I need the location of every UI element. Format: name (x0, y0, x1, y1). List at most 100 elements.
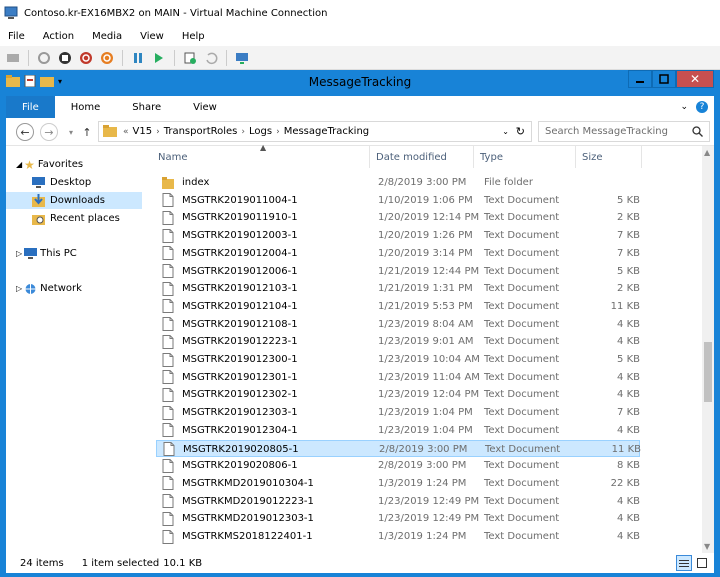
file-row[interactable]: MSGTRK2019020805-1 2/8/2019 3:00 PM Text D… (156, 439, 641, 457)
minimize-button[interactable] (628, 70, 652, 88)
column-header-type[interactable]: Type (474, 146, 576, 168)
close-button[interactable]: ✕ (676, 70, 714, 88)
file-row[interactable]: MSGTRK2019012004-1 1/20/2019 3:14 PM Text … (156, 245, 640, 262)
file-name-cell: MSGTRKMS2018122401-1 (162, 528, 313, 545)
file-name: MSGTRK2019012303-1 (182, 407, 298, 419)
address-history-icon[interactable]: ⌄ (502, 127, 509, 136)
file-row[interactable]: MSGTRK2019012108-1 1/23/2019 8:04 AM Text … (156, 316, 640, 333)
file-date-modified: 1/3/2019 1:24 PM (378, 531, 467, 542)
save-state-icon[interactable] (98, 49, 116, 67)
nav-desktop[interactable]: Desktop (6, 174, 142, 191)
text-document-icon (162, 264, 174, 278)
nav-network[interactable]: ▷ Network (6, 280, 82, 297)
up-arrow-icon[interactable]: ↑ (78, 123, 96, 141)
details-view-icon[interactable] (676, 555, 692, 571)
file-row[interactable]: MSGTRK2019012300-1 1/23/2019 10:04 AM Text… (156, 351, 640, 368)
vm-menu-help[interactable]: Help (182, 31, 205, 42)
start-icon[interactable] (35, 49, 53, 67)
overflow-crumb-icon[interactable]: « (123, 127, 129, 137)
nav-this-pc[interactable]: ▷ This PC (6, 245, 77, 262)
pause-icon[interactable] (129, 49, 147, 67)
column-header-date-modified[interactable]: Date modified (370, 146, 474, 168)
vm-menu-view[interactable]: View (140, 31, 164, 42)
vertical-scrollbar[interactable]: ▲ ▼ (702, 146, 714, 553)
nav-network-label: Network (40, 283, 82, 294)
file-row[interactable]: MSGTRKMD2019012303-1 1/23/2019 12:49 PM Te… (156, 510, 640, 527)
tab-home[interactable]: Home (55, 96, 117, 118)
nav-favorites[interactable]: ◢ ★ Favorites (6, 156, 83, 173)
file-date-modified: 1/21/2019 1:31 PM (378, 283, 473, 295)
file-row[interactable]: MSGTRK2019012003-1 1/20/2019 1:26 PM Text … (156, 227, 640, 244)
vm-menu-action[interactable]: Action (43, 31, 74, 42)
collapsed-chevron-icon[interactable]: ▷ (16, 249, 22, 258)
file-row[interactable]: MSGTRK2019012104-1 1/21/2019 5:53 PM Text … (156, 298, 640, 315)
recent-places-icon (32, 214, 45, 225)
file-name: MSGTRK2019012006-1 (182, 265, 298, 277)
file-row[interactable]: MSGTRK2019012302-1 1/23/2019 12:04 PM Text… (156, 386, 640, 403)
tab-view[interactable]: View (177, 96, 233, 118)
enhanced-session-icon[interactable] (233, 49, 251, 67)
revert-icon[interactable] (202, 49, 220, 67)
reset-icon[interactable] (150, 49, 168, 67)
folder-row[interactable]: index 2/8/2019 3:00 PM File folder (156, 174, 640, 191)
vm-menu-media[interactable]: Media (92, 31, 122, 42)
expand-ribbon-icon[interactable]: ⌄ (680, 102, 688, 112)
file-row[interactable]: MSGTRK2019012301-1 1/23/2019 11:04 AM Text… (156, 369, 640, 386)
search-input[interactable]: Search MessageTracking (538, 121, 710, 142)
network-icon (25, 283, 36, 294)
help-icon[interactable]: ? (696, 101, 708, 113)
forward-arrow-icon[interactable]: → (40, 123, 58, 141)
expanded-chevron-icon[interactable]: ◢ (16, 160, 22, 169)
scroll-up-icon[interactable]: ▲ (704, 148, 710, 157)
file-name: index (182, 177, 210, 188)
nav-downloads[interactable]: Downloads (6, 192, 142, 209)
chevron-right-icon[interactable]: › (156, 127, 160, 137)
file-row[interactable]: MSGTRKMD2019010304-1 1/3/2019 1:24 PM Text… (156, 475, 640, 492)
tab-file[interactable]: File (6, 96, 55, 118)
tab-share[interactable]: Share (116, 96, 177, 118)
text-document-icon (162, 529, 174, 544)
large-icons-view-icon[interactable] (694, 555, 710, 571)
collapsed-chevron-icon[interactable]: ▷ (16, 284, 22, 293)
file-date-modified: 1/23/2019 12:04 PM (378, 389, 480, 401)
refresh-icon[interactable]: ↻ (516, 125, 525, 138)
chevron-right-icon[interactable]: › (276, 127, 280, 137)
file-name-cell: MSGTRK2019012003-1 (162, 227, 298, 244)
breadcrumb-messagetracking[interactable]: MessageTracking (284, 126, 369, 137)
file-row[interactable]: MSGTRK2019011004-1 1/10/2019 1:06 PM Text … (156, 192, 640, 209)
turn-off-icon[interactable] (56, 49, 74, 67)
file-name: MSGTRK2019012223-1 (182, 336, 298, 348)
file-row[interactable]: MSGTRK2019012006-1 1/21/2019 12:44 PM Text… (156, 263, 640, 280)
column-header-size[interactable]: Size (576, 146, 642, 168)
file-name-cell: MSGTRK2019012108-1 (162, 316, 298, 333)
vm-window-title: Contoso.kr-EX16MBX2 on MAIN - Virtual Ma… (24, 7, 328, 19)
ctrl-alt-del-icon[interactable] (4, 49, 22, 67)
file-row[interactable]: MSGTRKMS2018122401-1 1/3/2019 1:24 PM Text… (156, 528, 640, 545)
text-document-icon (162, 281, 174, 296)
file-row[interactable]: MSGTRK2019012223-1 1/23/2019 9:01 AM Text … (156, 333, 640, 350)
breadcrumb-transportroles[interactable]: TransportRoles (164, 126, 238, 137)
address-box[interactable]: « V15 › TransportRoles › Logs › MessageT… (98, 121, 532, 142)
shut-down-icon[interactable] (77, 49, 95, 67)
file-name: MSGTRK2019011004-1 (182, 194, 298, 206)
checkpoint-icon[interactable] (181, 49, 199, 67)
nav-recent-places[interactable]: Recent places (6, 210, 142, 227)
maximize-button[interactable] (652, 70, 676, 88)
chevron-right-icon[interactable]: › (241, 127, 245, 137)
scrollbar-thumb[interactable] (704, 342, 712, 402)
column-header-name[interactable]: Name (152, 146, 370, 168)
file-row[interactable]: MSGTRK2019012304-1 1/23/2019 1:04 PM Text … (156, 422, 640, 439)
file-row[interactable]: MSGTRK2019012303-1 1/23/2019 1:04 PM Text … (156, 404, 640, 421)
breadcrumb-v15[interactable]: V15 (133, 126, 153, 137)
file-list: ▲ Name Date modified Type Size index 2/8/… (146, 143, 714, 553)
file-row[interactable]: MSGTRK2019012103-1 1/21/2019 1:31 PM Text … (156, 280, 640, 297)
file-row[interactable]: MSGTRK2019020806-1 2/8/2019 3:00 PM Text D… (156, 457, 640, 474)
scroll-down-icon[interactable]: ▼ (704, 542, 710, 551)
vm-menu-file[interactable]: File (8, 31, 25, 42)
file-size: 8 KB (617, 460, 640, 472)
back-arrow-icon[interactable]: ← (16, 123, 34, 141)
file-row[interactable]: MSGTRK2019011910-1 1/20/2019 12:14 PM Text… (156, 209, 640, 226)
file-size: 5 KB (617, 194, 640, 206)
breadcrumb-logs[interactable]: Logs (249, 126, 272, 137)
file-row[interactable]: MSGTRKMD2019012223-1 1/23/2019 12:49 PM Te… (156, 493, 640, 510)
